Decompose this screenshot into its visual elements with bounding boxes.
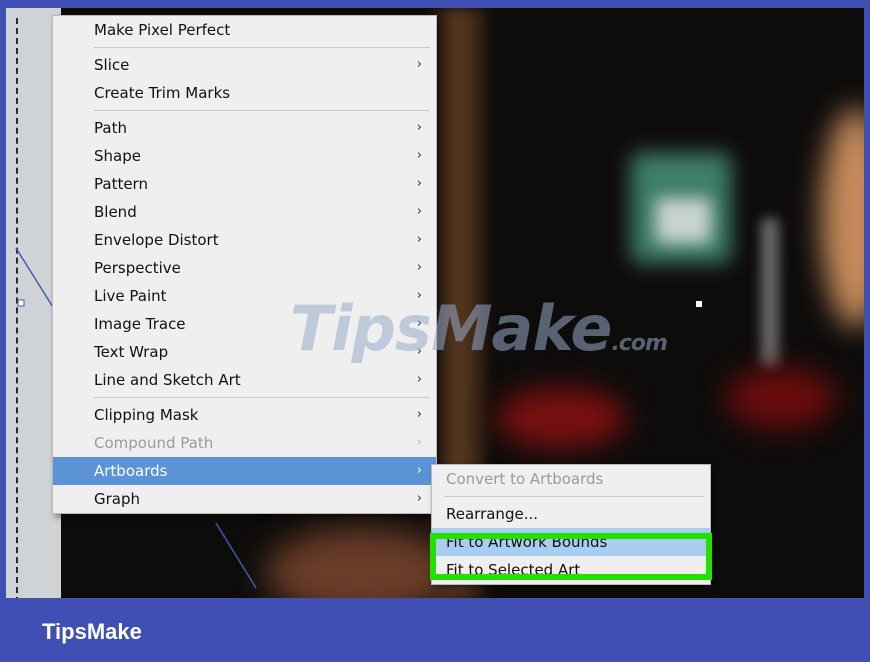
menu-item-label: Convert to Artboards [446, 470, 604, 488]
menu-separator [94, 110, 430, 111]
menu-item-label: Image Trace [94, 315, 186, 333]
menu-item-graph[interactable]: Graph › [53, 485, 436, 513]
chevron-right-icon: › [416, 260, 422, 275]
chevron-right-icon: › [416, 57, 422, 72]
menu-item-path[interactable]: Path › [53, 114, 436, 142]
chevron-right-icon: › [416, 463, 422, 478]
menu-item-shape[interactable]: Shape › [53, 142, 436, 170]
menu-item-label: Text Wrap [94, 343, 169, 361]
chevron-right-icon: › [416, 491, 422, 506]
menu-item-label: Envelope Distort [94, 231, 219, 249]
menu-item-label: Live Paint [94, 287, 167, 305]
menu-item-compound-path[interactable]: Compound Path › [53, 429, 436, 457]
menu-item-slice[interactable]: Slice › [53, 51, 436, 79]
menu-item-rearrange[interactable]: Rearrange... [432, 500, 710, 528]
menu-item-convert-to-artboards[interactable]: Convert to Artboards [432, 465, 710, 493]
menu-separator [94, 397, 430, 398]
menu-item-create-trim-marks[interactable]: Create Trim Marks [53, 79, 436, 107]
menu-item-label: Rearrange... [446, 505, 538, 523]
menu-item-envelope-distort[interactable]: Envelope Distort › [53, 226, 436, 254]
menu-item-label: Slice [94, 56, 130, 74]
highlight-callout [430, 533, 712, 580]
menu-item-label: Clipping Mask [94, 406, 199, 424]
menu-item-line-and-sketch-art[interactable]: Line and Sketch Art › [53, 366, 436, 394]
chevron-right-icon: › [416, 148, 422, 163]
menu-item-label: Compound Path [94, 434, 214, 452]
chevron-right-icon: › [416, 372, 422, 387]
chevron-right-icon: › [416, 232, 422, 247]
menu-item-pattern[interactable]: Pattern › [53, 170, 436, 198]
menu-item-label: Line and Sketch Art [94, 371, 241, 389]
menu-separator [94, 47, 430, 48]
chevron-right-icon: › [416, 407, 422, 422]
footer-brand: TipsMake [42, 619, 142, 644]
menu-separator [444, 496, 704, 497]
chevron-right-icon: › [416, 435, 422, 450]
menu-item-label: Perspective [94, 259, 181, 277]
chevron-right-icon: › [416, 120, 422, 135]
context-menu: Make Pixel Perfect Slice › Create Trim Mark… [52, 15, 437, 514]
menu-item-label: Pattern [94, 175, 148, 193]
chevron-right-icon: › [416, 176, 422, 191]
menu-item-artboards[interactable]: Artboards › [53, 457, 436, 485]
chevron-right-icon: › [416, 204, 422, 219]
menu-item-label: Blend [94, 203, 137, 221]
watermark: TipsMake.com [290, 292, 668, 365]
menu-item-label: Artboards [94, 462, 168, 480]
menu-item-label: Graph [94, 490, 141, 508]
menu-item-clipping-mask[interactable]: Clipping Mask › [53, 401, 436, 429]
menu-item-label: Create Trim Marks [94, 84, 231, 102]
menu-item-blend[interactable]: Blend › [53, 198, 436, 226]
menu-item-perspective[interactable]: Perspective › [53, 254, 436, 282]
menu-item-label: Shape [94, 147, 141, 165]
menu-item-label: Path [94, 119, 127, 137]
screenshot-frame: Make Pixel Perfect Slice › Create Trim Mark… [0, 0, 870, 662]
menu-item-make-pixel-perfect[interactable]: Make Pixel Perfect [53, 16, 436, 44]
menu-item-label: Make Pixel Perfect [94, 21, 231, 39]
